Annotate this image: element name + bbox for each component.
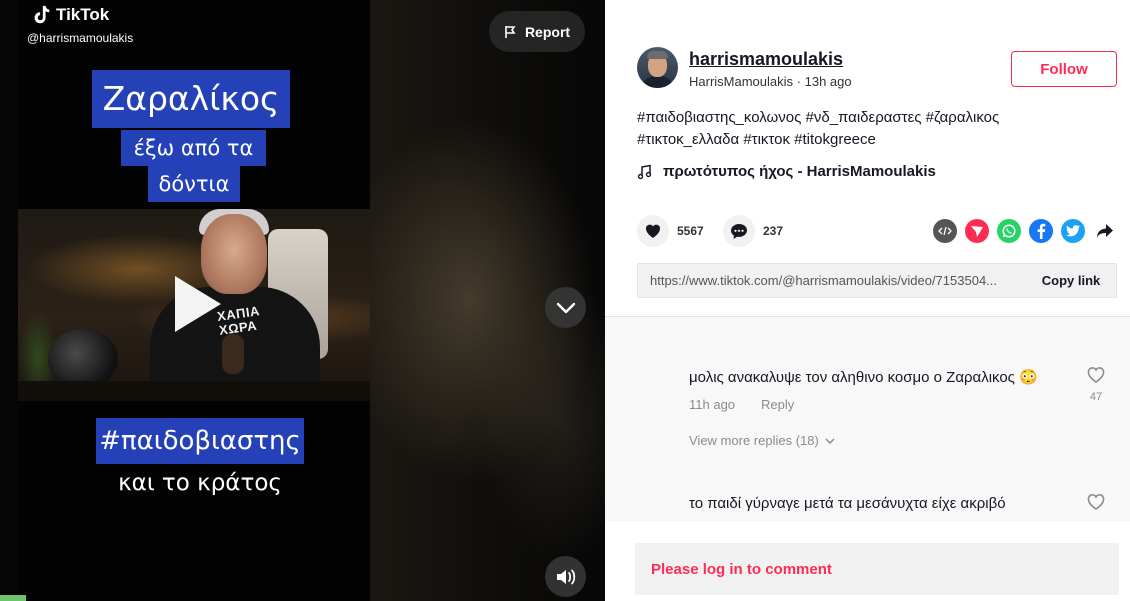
view-more-label: View more replies (18) — [689, 433, 819, 448]
embed-button[interactable] — [933, 219, 957, 243]
info-panel: harrismamoulakis HarrisMamoulakis · 13h … — [605, 0, 1130, 601]
copy-link-button[interactable]: Copy link — [1026, 273, 1116, 288]
video-player[interactable]: ΧΑΠΙΑ ΧΩΡΑ Ζαραλίκος έξω από τα δόντια #… — [0, 0, 605, 601]
microphone — [222, 334, 244, 374]
embed-icon — [938, 226, 952, 236]
login-to-comment-button[interactable]: Please log in to comment — [635, 543, 1119, 595]
flag-icon — [505, 25, 516, 38]
chevron-down-icon — [556, 302, 575, 313]
volume-icon — [556, 569, 575, 584]
caption-line-5: και το κράτος — [118, 470, 282, 496]
share-link-box: https://www.tiktok.com/@harrismamoulakis… — [637, 263, 1117, 298]
heart-icon — [645, 224, 661, 238]
comment-1-reply-button[interactable]: Reply — [761, 397, 794, 412]
facebook-icon — [1037, 223, 1046, 239]
view-more-replies[interactable]: View more replies (18) — [689, 433, 835, 448]
nickname: HarrisMamoulakis — [689, 74, 794, 89]
follow-button[interactable]: Follow — [1011, 51, 1117, 87]
share-row — [933, 219, 1117, 243]
play-icon[interactable] — [175, 276, 221, 332]
report-label: Report — [524, 23, 571, 40]
twitter-icon — [1066, 225, 1080, 237]
tiktok-logo: TikTok — [30, 4, 109, 26]
comment-1-time: 11h ago — [689, 397, 736, 412]
music-note-icon — [637, 164, 652, 179]
progress-indicator — [0, 595, 26, 601]
report-button[interactable]: Report — [489, 11, 585, 52]
volume-button[interactable] — [545, 556, 586, 597]
music-title: πρωτότυπος ήχος - HarrisMamoulakis — [663, 163, 936, 180]
whatsapp-button[interactable] — [997, 219, 1021, 243]
share-more-button[interactable] — [1093, 219, 1117, 243]
tiktok-logo-icon — [34, 5, 50, 24]
tiktok-wordmark: TikTok — [56, 5, 110, 24]
comment-icon — [731, 223, 747, 239]
comment-action[interactable]: 237 — [723, 215, 783, 247]
post-caption-line-2[interactable]: #τικτοκ_ελλαδα #τικτοκ #titokgreece — [637, 131, 876, 148]
share-link-text[interactable]: https://www.tiktok.com/@harrismamoulakis… — [638, 273, 1026, 288]
like-button[interactable] — [637, 215, 669, 247]
music-link[interactable]: πρωτότυπος ήχος - HarrisMamoulakis — [637, 163, 936, 180]
send-icon — [971, 226, 983, 237]
comment-1-text: μολις ανακαλυψε τον αληθινο κοσμο ο Ζαρα… — [689, 369, 1038, 386]
shirt-print: ΧΑΠΙΑ ΧΩΡΑ — [216, 303, 261, 338]
avatar-suit — [641, 76, 674, 88]
separator-dot: · — [796, 74, 805, 89]
avatar[interactable] — [637, 47, 678, 88]
share-arrow-icon — [1097, 224, 1113, 238]
comment-1-like-count: 47 — [1089, 391, 1103, 403]
tiktok-video-page: ΧΑΠΙΑ ΧΩΡΑ Ζαραλίκος έξω από τα δόντια #… — [0, 0, 1130, 601]
facebook-button[interactable] — [1029, 219, 1053, 243]
username-link[interactable]: harrismamoulakis — [689, 49, 843, 70]
caption-line-3: δόντια — [148, 166, 240, 202]
send-button[interactable] — [965, 219, 989, 243]
comment-2-text: το παιδί γύρναγε μετά τα μεσάνυχτα είχε … — [689, 495, 1006, 512]
avatar-hair — [647, 51, 668, 59]
comments-list[interactable]: μολις ανακαλυψε τον αληθινο κοσμο ο Ζαρα… — [605, 316, 1130, 522]
next-video-button[interactable] — [545, 287, 586, 328]
caption-title: Ζαραλίκος — [92, 70, 290, 128]
comment-button[interactable] — [723, 215, 755, 247]
desk — [18, 381, 370, 401]
comment-1-like-icon[interactable] — [1086, 365, 1106, 385]
chevron-down-icon — [825, 438, 835, 444]
comment-2-like-icon[interactable] — [1086, 492, 1106, 512]
twitter-button[interactable] — [1061, 219, 1085, 243]
video-handle: @harrismamoulakis — [27, 31, 134, 45]
comment-count: 237 — [763, 224, 784, 238]
author-subline: HarrisMamoulakis · 13h ago — [689, 74, 852, 89]
helmet — [48, 329, 118, 389]
post-caption-line-1[interactable]: #παιδοβιαστης_κολωνος #νδ_παιδεραστες #ζ… — [637, 109, 999, 126]
post-time: 13h ago — [804, 74, 852, 89]
caption-hashtag: #παιδοβιαστης — [96, 418, 304, 464]
like-action[interactable]: 5567 — [637, 215, 704, 247]
like-count: 5567 — [677, 224, 704, 238]
caption-line-2: έξω από τα — [121, 130, 266, 166]
whatsapp-icon — [1002, 224, 1016, 238]
